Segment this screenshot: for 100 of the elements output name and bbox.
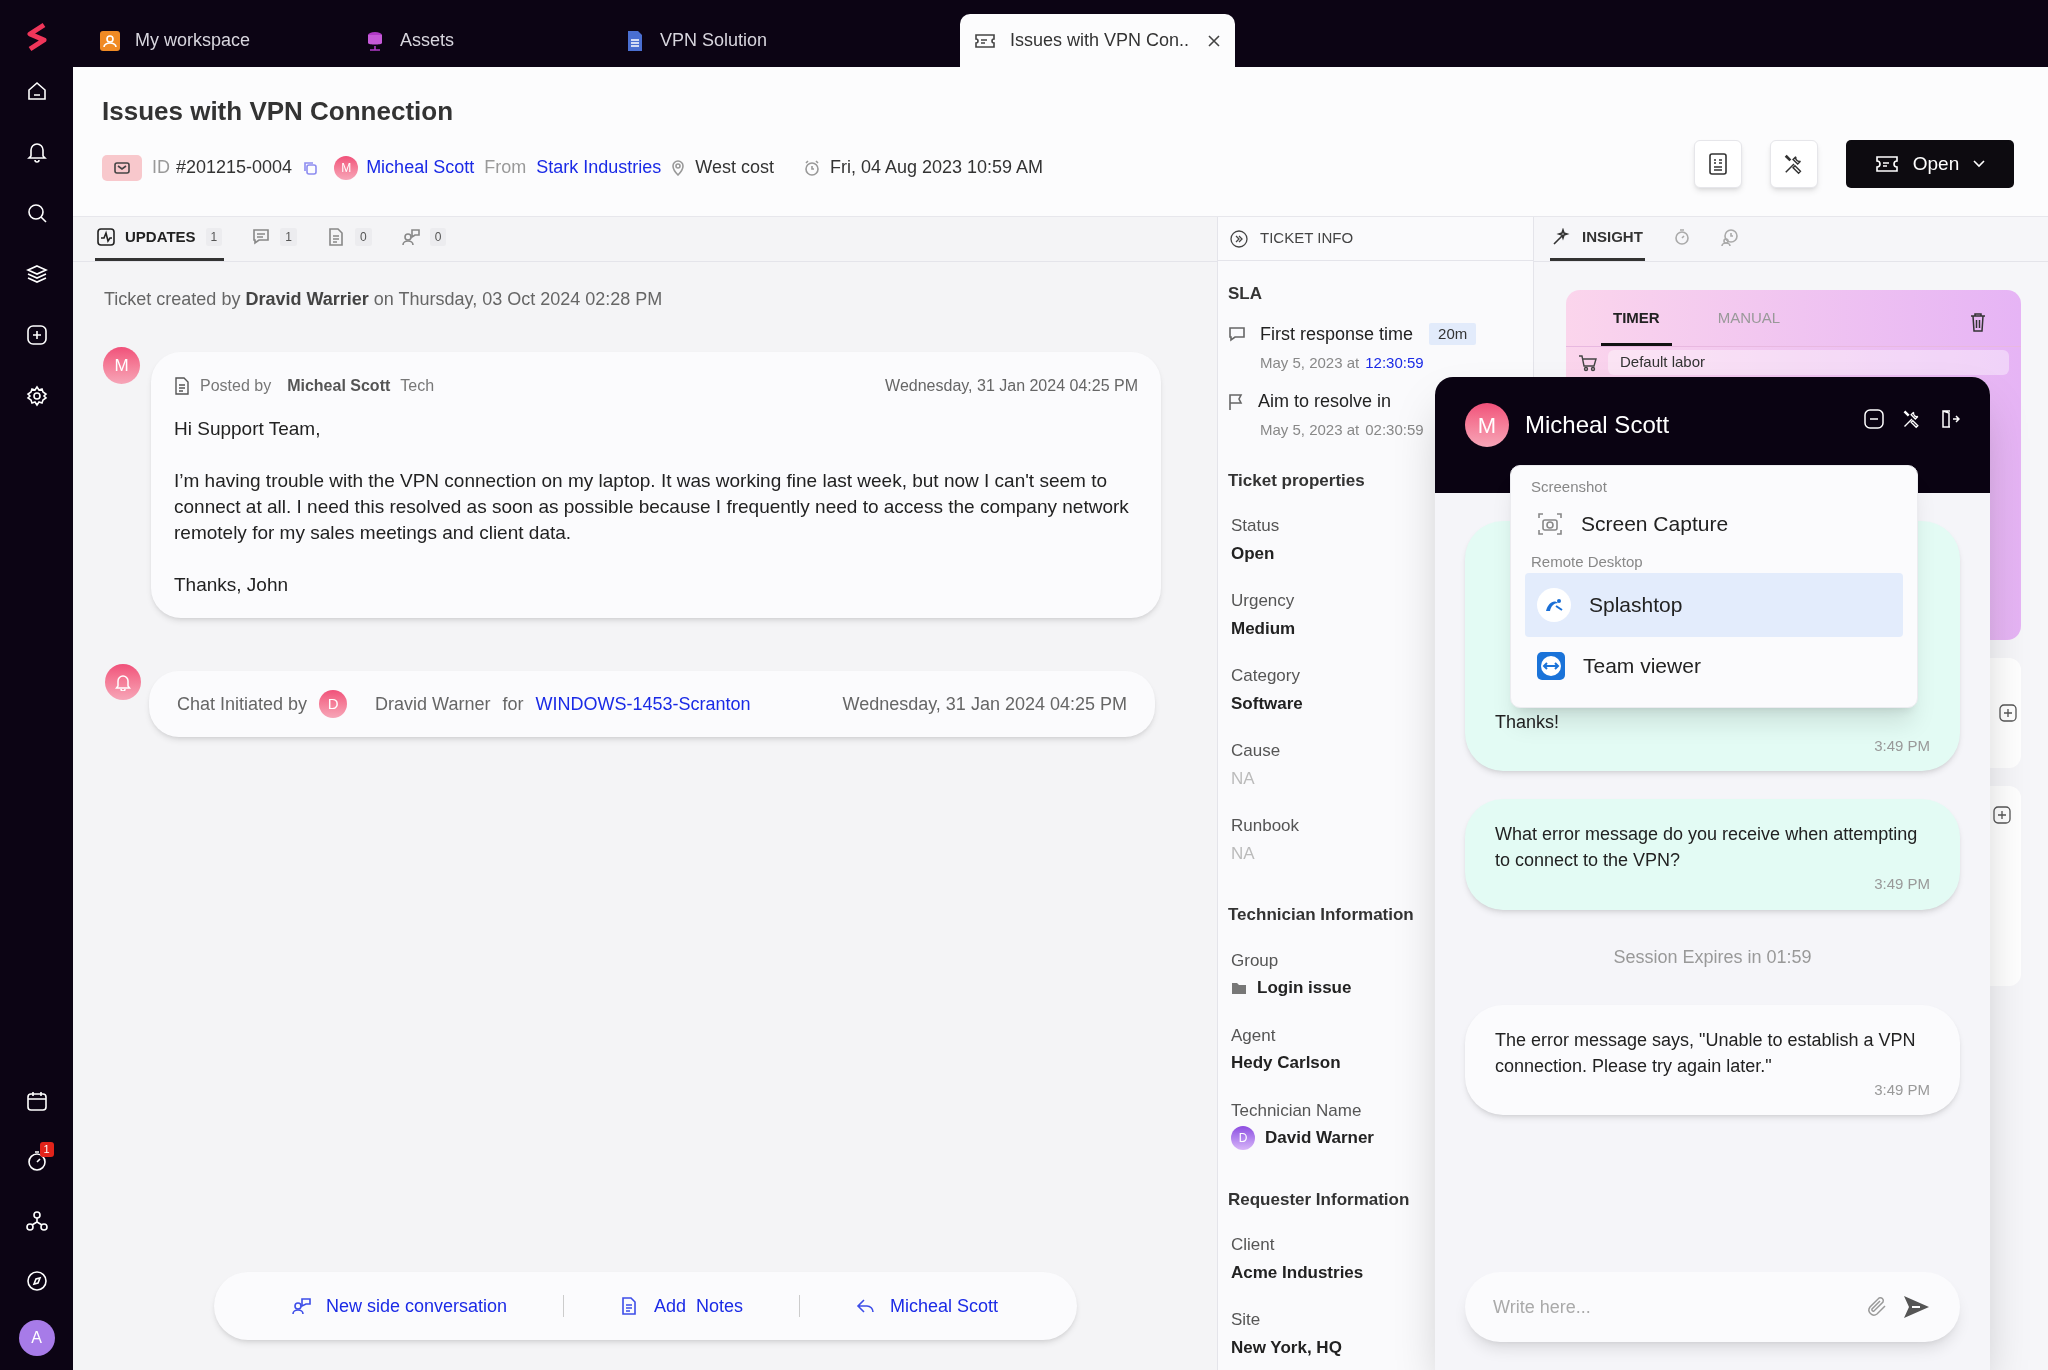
field-label: Client (1231, 1234, 1275, 1256)
ticket-date: Fri, 04 Aug 2023 10:59 AM (829, 156, 1044, 179)
alarm-clock-icon (803, 159, 820, 176)
delete-icon[interactable] (1970, 312, 1986, 332)
avatar: D (319, 690, 348, 718)
field-value: NA (1231, 842, 1255, 865)
for-label: for (502, 692, 524, 716)
tab[interactable]: Assets (350, 14, 610, 67)
paperclip-icon[interactable] (1866, 1296, 1888, 1318)
message-time: 3:49 PM (1874, 1079, 1930, 1100)
field-value: Hedy Carlson (1231, 1052, 1341, 1074)
document-icon (174, 377, 190, 395)
status-dropdown-button[interactable]: Open (1846, 140, 2014, 188)
tab[interactable]: UPDATES 1 (95, 216, 225, 261)
action-link[interactable]: New side conversation (291, 1292, 507, 1320)
menu-group-title: Screenshot (1530, 477, 1608, 497)
action-link[interactable]: Add Notes (620, 1292, 744, 1320)
chevron-down-icon (1973, 160, 1986, 168)
location: West cost (695, 156, 774, 179)
activity-icon (97, 228, 115, 246)
field-label: Agent (1231, 1024, 1276, 1047)
add-icon[interactable] (1999, 704, 2017, 722)
person-name: Dravid Warner (375, 692, 491, 716)
layers-icon[interactable] (25, 263, 48, 285)
message-field[interactable]: Write here... (1465, 1272, 1960, 1342)
tab[interactable]: My workspace (85, 14, 350, 67)
search-icon[interactable] (25, 202, 48, 224)
section-heading: Requester Information (1228, 1188, 1410, 1211)
field-value: New York, HQ (1231, 1336, 1342, 1359)
home-icon[interactable] (25, 80, 48, 102)
menu-item[interactable]: Screen Capture (1525, 498, 1903, 549)
posted-by-label: Posted by (200, 376, 272, 396)
tab[interactable]: TIMER (1601, 306, 1672, 346)
message-paragraph: Thanks, John (174, 573, 290, 597)
cart-icon (1578, 353, 1598, 372)
comment-icon (1228, 326, 1246, 342)
field-label: Status (1231, 515, 1280, 537)
bell-icon[interactable] (25, 141, 48, 163)
labor-select[interactable]: Default labor (1608, 350, 2009, 375)
id-label: ID (152, 156, 170, 179)
sla-time: 02:30:59 (1365, 420, 1424, 440)
message-input[interactable]: Write here... (1493, 1293, 1852, 1321)
section-heading: Ticket properties (1228, 469, 1365, 492)
sla-date: May 5, 2023 at (1260, 352, 1360, 373)
field-value: David Warner (1265, 1127, 1374, 1149)
network-icon[interactable] (25, 1210, 48, 1232)
tab[interactable]: VPN Solution (610, 14, 870, 67)
tab[interactable]: 0 (399, 216, 449, 261)
message-paragraph: Hi Support Team, (174, 417, 322, 441)
field-value: Open (1231, 542, 1275, 565)
message-text: The error message says, "Unable to establish a VPN connection. Please try again later." (1495, 1028, 1917, 1078)
add-icon[interactable] (1993, 806, 2011, 824)
field-label: Urgency (1231, 590, 1295, 612)
document-icon (326, 228, 345, 246)
compass-icon[interactable] (25, 1270, 48, 1292)
requester-link[interactable]: Micheal Scott (366, 154, 475, 181)
tab[interactable]: 0 (324, 216, 374, 261)
menu-group-title: Remote Desktop (1530, 551, 1644, 572)
asset-link[interactable]: WINDOWS-1453-Scranton (535, 690, 751, 718)
folder-icon (1231, 980, 1247, 995)
company-link[interactable]: Stark Industries (536, 154, 662, 181)
settings-icon[interactable] (25, 385, 48, 407)
copy-icon[interactable] (302, 159, 319, 176)
from-label: From (484, 156, 527, 179)
tab[interactable]: 1 (250, 216, 299, 261)
sla-label: Aim to resolve in (1258, 390, 1392, 413)
sla-time: 12:30:59 (1365, 352, 1424, 373)
section-heading: Technician Information (1228, 904, 1414, 926)
close-icon[interactable] (1207, 33, 1222, 48)
ticket-title: Issues with VPN Connection (102, 95, 454, 128)
message-time: 3:49 PM (1874, 874, 1930, 894)
field-label: Cause (1231, 740, 1281, 762)
tools-button[interactable] (1770, 140, 1818, 188)
field-label: Technician Name (1231, 1099, 1362, 1122)
calendar-icon[interactable] (25, 1090, 48, 1112)
menu-item[interactable]: Splashtop (1525, 573, 1903, 637)
action-link[interactable]: Micheal Scott (856, 1292, 999, 1320)
minimize-icon[interactable] (1864, 409, 1884, 429)
menu-item[interactable]: Team viewer (1525, 637, 1903, 695)
people-chat-icon (401, 228, 420, 246)
sla-date: May 5, 2023 at (1260, 420, 1360, 440)
location-pin-icon (671, 159, 686, 176)
panel-heading: TICKET INFO (1260, 228, 1354, 249)
billing-button[interactable] (1694, 140, 1742, 188)
field-value: Medium (1231, 617, 1296, 640)
magic-wand-icon (1552, 228, 1570, 246)
tab[interactable]: Issues with VPN Con.. (960, 14, 1236, 67)
send-icon[interactable] (1902, 1294, 1930, 1320)
message-time: 3:49 PM (1874, 735, 1930, 756)
tab[interactable]: INSIGHT (1550, 216, 1645, 261)
comment-icon (252, 228, 271, 246)
field-value: NA (1231, 767, 1255, 790)
exit-icon[interactable] (1940, 409, 1960, 429)
avatar: M (334, 155, 359, 180)
message-text: Thanks! (1495, 710, 1560, 734)
session-notice: Session Expires in 01:59 (1613, 945, 1812, 969)
author-name: Micheal Scott (287, 376, 391, 396)
tools-icon[interactable] (1902, 409, 1922, 429)
message-paragraph: I’m having trouble with the VPN connection on my laptop. It was working fine last week, but now I can't seem to connect at all. I need this resolved as soon as possible because I frequently need to access the company network remotely for my sales meetings and client data. (174, 469, 1130, 545)
message-text: What error message do you receive when attempting to connect to the VPN? (1495, 823, 1919, 872)
